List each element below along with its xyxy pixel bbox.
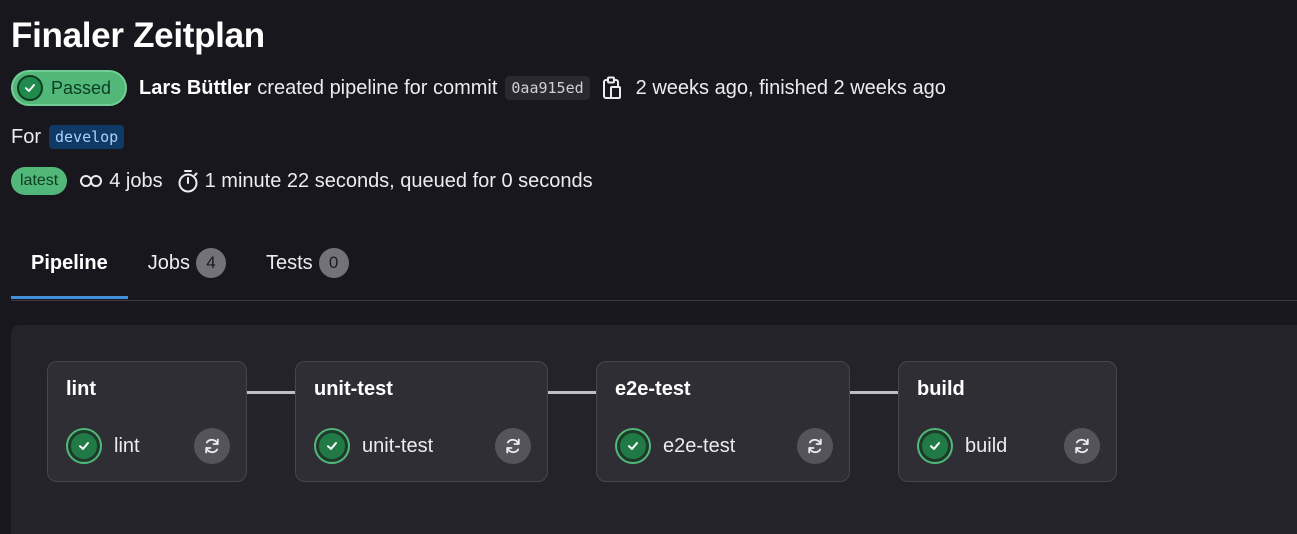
branch-link[interactable]: develop bbox=[49, 125, 125, 149]
stage-title: unit-test bbox=[314, 378, 393, 400]
check-circle-icon bbox=[615, 428, 651, 464]
check-circle-icon bbox=[17, 75, 43, 101]
retry-icon[interactable] bbox=[797, 428, 833, 464]
pipeline-link-icon bbox=[79, 173, 103, 189]
check-circle-icon bbox=[917, 428, 953, 464]
job-name: unit-test bbox=[362, 434, 434, 457]
ref-row: For develop bbox=[11, 123, 125, 151]
job-build[interactable]: build bbox=[917, 428, 1100, 464]
tab-tests-label: Tests bbox=[265, 251, 313, 274]
stage-e2e-test: e2e-test e2e-test bbox=[596, 361, 850, 482]
tab-pipeline[interactable]: Pipeline bbox=[11, 228, 128, 299]
tab-pipeline-label: Pipeline bbox=[31, 251, 108, 274]
retry-icon[interactable] bbox=[495, 428, 531, 464]
stage-title: lint bbox=[66, 378, 96, 400]
ref-prefix: For bbox=[11, 125, 41, 148]
pipeline-header-info: Passed Lars Büttler created pipeline for… bbox=[11, 70, 946, 106]
stage-connector bbox=[548, 391, 596, 394]
tests-count-badge: 0 bbox=[318, 248, 349, 278]
jobs-count-text: 4 jobs bbox=[109, 169, 163, 192]
stage-lint: lint lint bbox=[47, 361, 247, 482]
job-name: e2e-test bbox=[663, 434, 736, 457]
created-text: created pipeline for commit bbox=[257, 76, 498, 99]
job-name: lint bbox=[114, 434, 140, 457]
status-badge[interactable]: Passed bbox=[11, 70, 128, 106]
stage-title: build bbox=[917, 378, 965, 400]
check-circle-icon bbox=[314, 428, 350, 464]
stage-title: e2e-test bbox=[615, 378, 691, 400]
job-name: build bbox=[965, 434, 1008, 457]
pipeline-graph: lint lint unit-test unit-test e2e-test e… bbox=[11, 325, 1297, 534]
status-label: Passed bbox=[51, 77, 112, 98]
job-lint[interactable]: lint bbox=[66, 428, 230, 464]
author-link[interactable]: Lars Büttler bbox=[139, 77, 251, 100]
latest-badge: latest bbox=[11, 167, 68, 195]
stopwatch-icon bbox=[177, 169, 199, 193]
jobs-count-badge: 4 bbox=[195, 248, 226, 278]
tab-jobs-label: Jobs bbox=[147, 251, 190, 274]
retry-icon[interactable] bbox=[1064, 428, 1100, 464]
job-unit-test[interactable]: unit-test bbox=[314, 428, 531, 464]
check-circle-icon bbox=[66, 428, 102, 464]
job-e2e-test[interactable]: e2e-test bbox=[615, 428, 833, 464]
page-title: Finaler Zeitplan bbox=[11, 16, 265, 55]
duration-text: 1 minute 22 seconds, queued for 0 second… bbox=[204, 169, 593, 192]
pipeline-tabs: Pipeline Jobs 4 Tests 0 bbox=[11, 228, 1297, 301]
commit-sha-link[interactable]: 0aa915ed bbox=[505, 76, 590, 100]
tab-tests[interactable]: Tests 0 bbox=[246, 228, 369, 298]
stage-connector bbox=[247, 391, 295, 394]
clipboard-icon[interactable] bbox=[602, 76, 622, 100]
pipeline-meta-row: latest 4 jobs 1 minute 22 seconds, queue… bbox=[11, 166, 593, 196]
stage-unit-test: unit-test unit-test bbox=[295, 361, 548, 482]
stage-build: build build bbox=[898, 361, 1117, 482]
stage-connector bbox=[850, 391, 898, 394]
tab-jobs[interactable]: Jobs 4 bbox=[128, 228, 246, 298]
retry-icon[interactable] bbox=[194, 428, 230, 464]
pipeline-time-text: 2 weeks ago, finished 2 weeks ago bbox=[635, 76, 946, 99]
